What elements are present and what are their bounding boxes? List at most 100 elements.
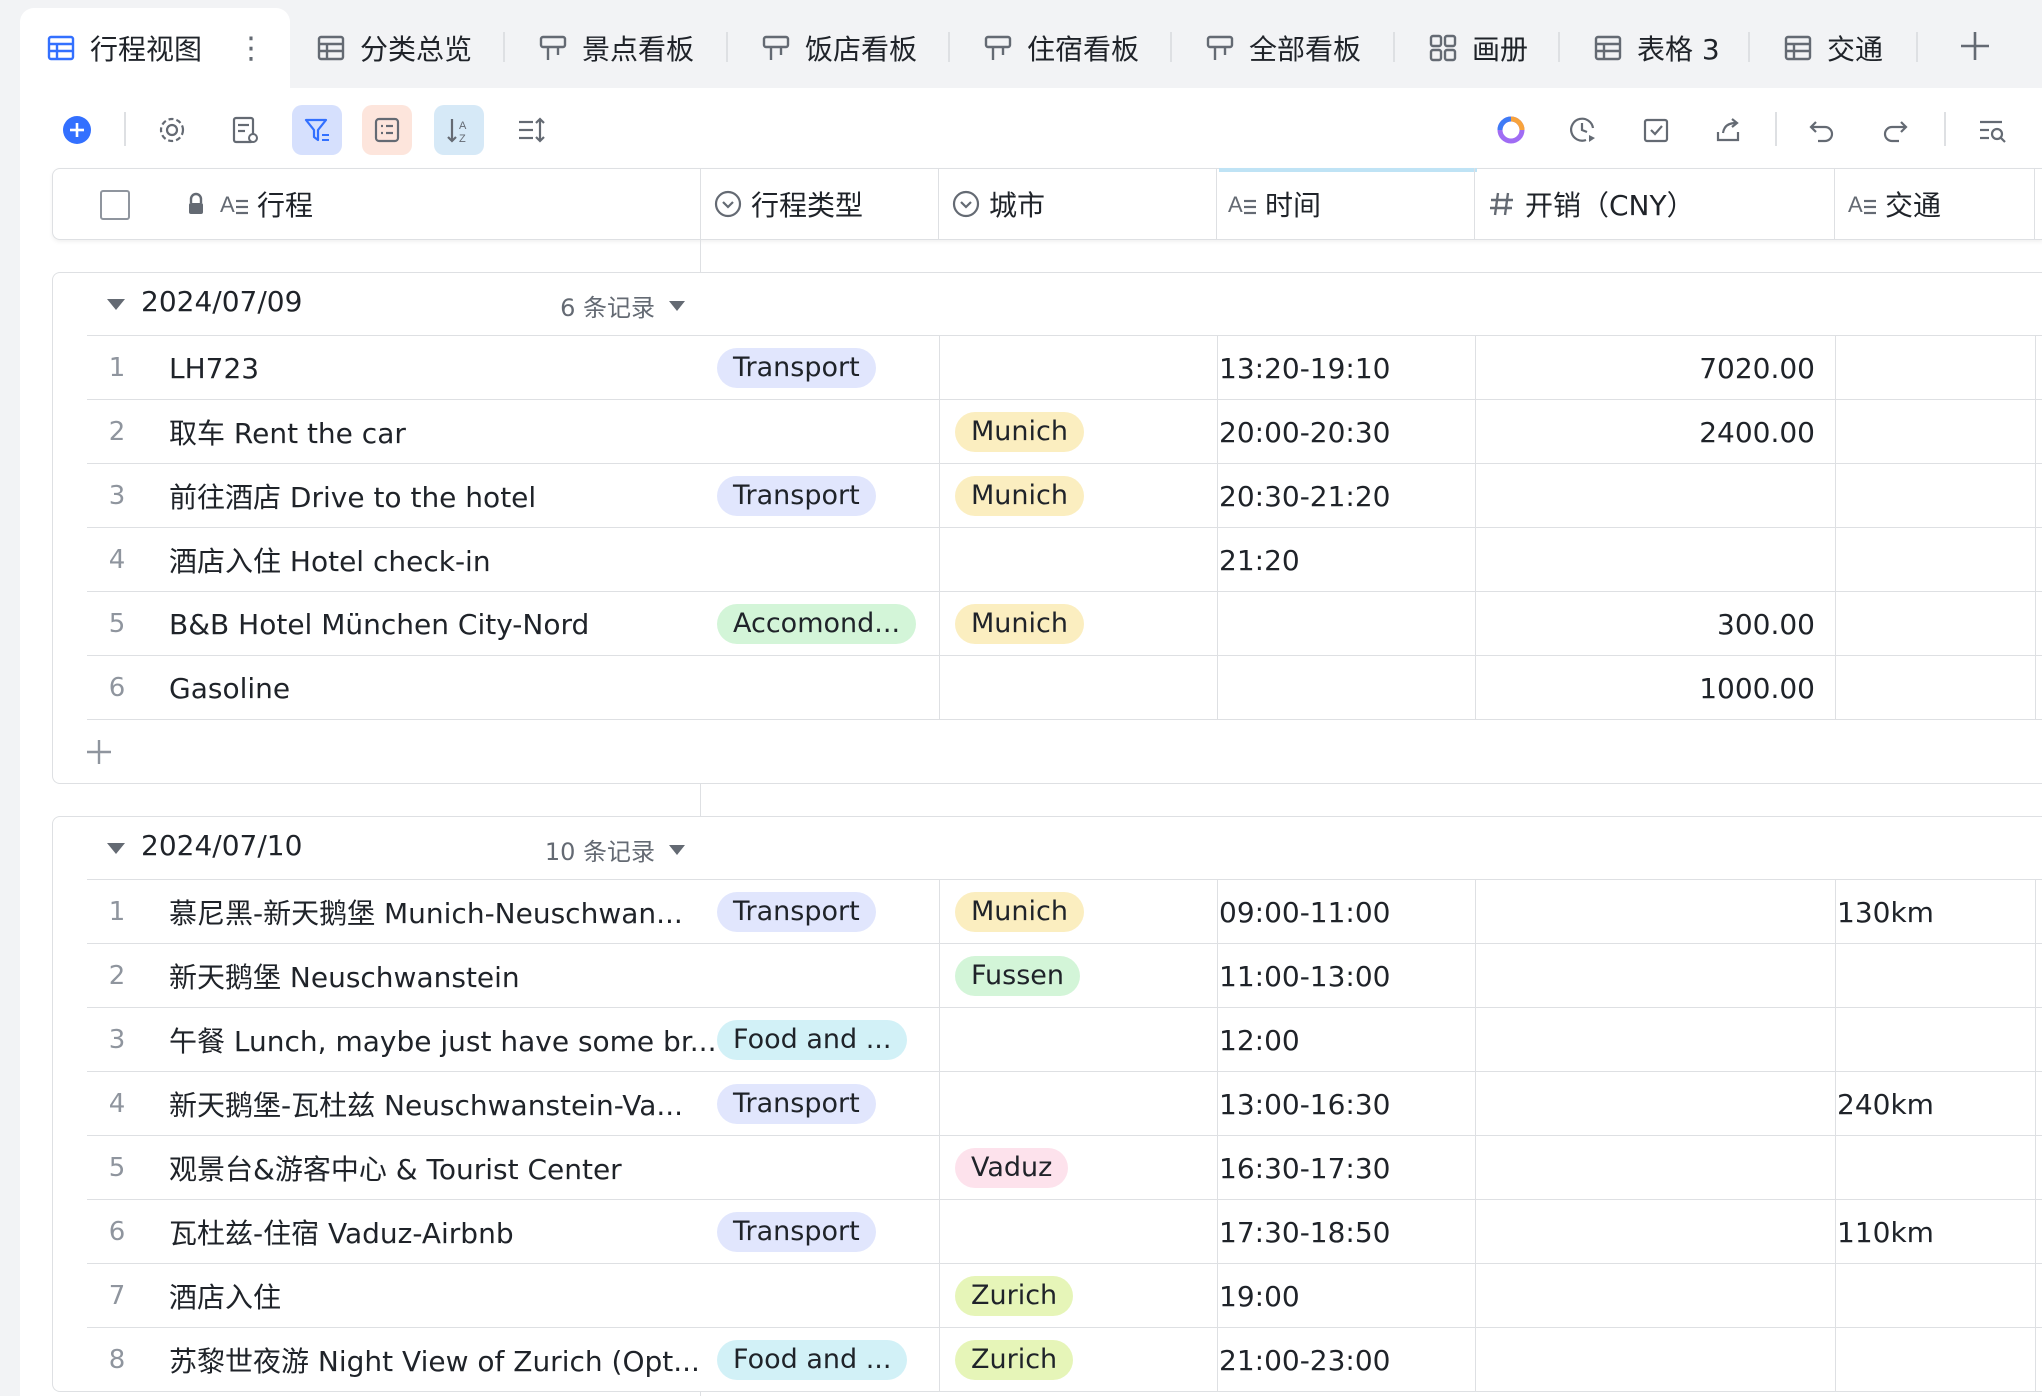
city-cell[interactable] [955, 1200, 1205, 1264]
time-cell[interactable]: 13:00-16:30 [1219, 1072, 1459, 1136]
tab-view-8[interactable]: 交通 [1783, 8, 1883, 88]
automation-icon[interactable] [1558, 105, 1608, 155]
time-cell[interactable] [1219, 592, 1459, 656]
collapse-caret-icon[interactable] [107, 299, 125, 310]
record-count[interactable]: 10 条记录 [545, 832, 685, 867]
table-row[interactable]: 6 瓦杜兹-住宿 Vaduz-Airbnb Transport 17:30-18:50… [87, 1199, 2042, 1264]
transport-cell[interactable] [1837, 944, 2037, 1008]
share-icon[interactable] [1703, 105, 1753, 155]
type-cell[interactable] [717, 400, 937, 464]
transport-cell[interactable] [1837, 592, 2037, 656]
cost-cell[interactable] [1477, 464, 1815, 528]
tab-view-4[interactable]: 住宿看板 [983, 8, 1139, 88]
time-cell[interactable]: 11:00-13:00 [1219, 944, 1459, 1008]
tab-view-1[interactable]: 分类总览 [316, 8, 472, 88]
undo-icon[interactable] [1797, 105, 1847, 155]
transport-cell[interactable] [1837, 464, 2037, 528]
transport-cell[interactable]: 240km [1837, 1072, 2037, 1136]
cost-cell[interactable] [1477, 1008, 1815, 1072]
tab-view-6[interactable]: 画册 [1428, 8, 1528, 88]
trip-cell[interactable]: Gasoline [169, 656, 729, 720]
type-cell[interactable]: Transport [717, 880, 937, 944]
city-cell[interactable]: Munich [955, 880, 1205, 944]
cost-cell[interactable] [1477, 1200, 1815, 1264]
table-row[interactable]: 6 Gasoline 1000.00 [87, 655, 2042, 720]
transport-cell[interactable] [1837, 1008, 2037, 1072]
tab-view-2[interactable]: 景点看板 [538, 8, 694, 88]
row-index[interactable]: 4 [87, 528, 147, 592]
trip-cell[interactable]: 新天鹅堡-瓦杜兹 Neuschwanstein-Va... [169, 1072, 729, 1136]
type-cell[interactable]: Transport [717, 1072, 937, 1136]
time-cell[interactable]: 20:00-20:30 [1219, 400, 1459, 464]
transport-cell[interactable]: 130km [1837, 880, 2037, 944]
type-cell[interactable]: Accomond... [717, 592, 937, 656]
type-cell[interactable]: Food and ... [717, 1008, 937, 1072]
row-index[interactable]: 8 [87, 1328, 147, 1392]
settings-icon[interactable] [147, 105, 197, 155]
form-check-icon[interactable] [1631, 105, 1681, 155]
table-row[interactable]: 8 苏黎世夜游 Night View of Zurich (Opt... Food … [87, 1327, 2042, 1392]
record-count[interactable]: 6 条记录 [560, 288, 685, 323]
table-row[interactable]: 5 观景台&游客中心 & Tourist Center Vaduz 16:30-17:… [87, 1135, 2042, 1200]
trip-cell[interactable]: 取车 Rent the car [169, 400, 729, 464]
row-index[interactable]: 1 [87, 880, 147, 944]
city-cell[interactable]: Zurich [955, 1264, 1205, 1328]
sort-icon[interactable]: AZ [434, 105, 484, 155]
transport-cell[interactable] [1837, 1136, 2037, 1200]
trip-cell[interactable]: 观景台&游客中心 & Tourist Center [169, 1136, 729, 1200]
row-index[interactable]: 1 [87, 336, 147, 400]
more-options-icon[interactable]: ⋮ [236, 31, 266, 66]
city-cell[interactable]: Munich [955, 400, 1205, 464]
row-index[interactable]: 2 [87, 400, 147, 464]
row-index[interactable]: 5 [87, 1136, 147, 1200]
transport-cell[interactable] [1837, 1264, 2037, 1328]
city-cell[interactable]: Zurich [955, 1328, 1205, 1392]
type-cell[interactable]: Food and ... [717, 1328, 937, 1392]
trip-cell[interactable]: 新天鹅堡 Neuschwanstein [169, 944, 729, 1008]
cost-cell[interactable] [1477, 1328, 1815, 1392]
table-row[interactable]: 3 午餐 Lunch, maybe just have some br... Foo… [87, 1007, 2042, 1072]
row-index[interactable]: 7 [87, 1264, 147, 1328]
row-index[interactable]: 5 [87, 592, 147, 656]
transport-cell[interactable] [1837, 400, 2037, 464]
type-cell[interactable]: Transport [717, 336, 937, 400]
time-cell[interactable]: 21:00-23:00 [1219, 1328, 1459, 1392]
city-cell[interactable]: Vaduz [955, 1136, 1205, 1200]
row-height-icon[interactable] [506, 105, 556, 155]
table-row[interactable]: 2 取车 Rent the car Munich 20:00-20:30 2400.00 [87, 399, 2042, 464]
group-header[interactable]: 2024/07/09 6 条记录 [53, 273, 703, 335]
city-cell[interactable] [955, 1072, 1205, 1136]
cost-cell[interactable] [1477, 528, 1815, 592]
cost-cell[interactable]: 300.00 [1477, 592, 1815, 656]
column-header-trip[interactable]: A 行程 [181, 169, 313, 239]
table-row[interactable]: 1 慕尼黑-新天鹅堡 Munich-Neuschwan... Transport Mu… [87, 879, 2042, 944]
add-row[interactable] [87, 719, 2042, 784]
transport-cell[interactable] [1837, 336, 2037, 400]
tab-view-5[interactable]: 全部看板 [1205, 8, 1361, 88]
type-cell[interactable]: Transport [717, 1200, 937, 1264]
row-index[interactable]: 3 [87, 464, 147, 528]
city-cell[interactable]: Munich [955, 592, 1205, 656]
time-cell[interactable]: 17:30-18:50 [1219, 1200, 1459, 1264]
column-header-city[interactable]: 城市 [951, 169, 1045, 239]
row-index[interactable]: 4 [87, 1072, 147, 1136]
trip-cell[interactable]: 午餐 Lunch, maybe just have some br... [169, 1008, 729, 1072]
row-index[interactable]: 6 [87, 1200, 147, 1264]
cost-cell[interactable] [1477, 1264, 1815, 1328]
column-header-cost[interactable]: 开销（CNY） [1487, 169, 1695, 239]
trip-cell[interactable]: 瓦杜兹-住宿 Vaduz-Airbnb [169, 1200, 729, 1264]
time-cell[interactable]: 21:20 [1219, 528, 1459, 592]
cost-cell[interactable]: 1000.00 [1477, 656, 1815, 720]
cost-cell[interactable] [1477, 1072, 1815, 1136]
transport-cell[interactable] [1837, 528, 2037, 592]
search-icon[interactable] [1967, 105, 2017, 155]
city-cell[interactable] [955, 528, 1205, 592]
row-index[interactable]: 2 [87, 944, 147, 1008]
cost-cell[interactable] [1477, 1136, 1815, 1200]
table-row[interactable]: 2 新天鹅堡 Neuschwanstein Fussen 11:00-13:00 [87, 943, 2042, 1008]
ai-assistant-icon[interactable] [1486, 105, 1536, 155]
table-row[interactable]: 7 酒店入住 Zurich 19:00 [87, 1263, 2042, 1328]
trip-cell[interactable]: 酒店入住 [169, 1264, 729, 1328]
column-header-transport[interactable]: A 交通 [1847, 169, 1941, 239]
time-cell[interactable]: 20:30-21:20 [1219, 464, 1459, 528]
